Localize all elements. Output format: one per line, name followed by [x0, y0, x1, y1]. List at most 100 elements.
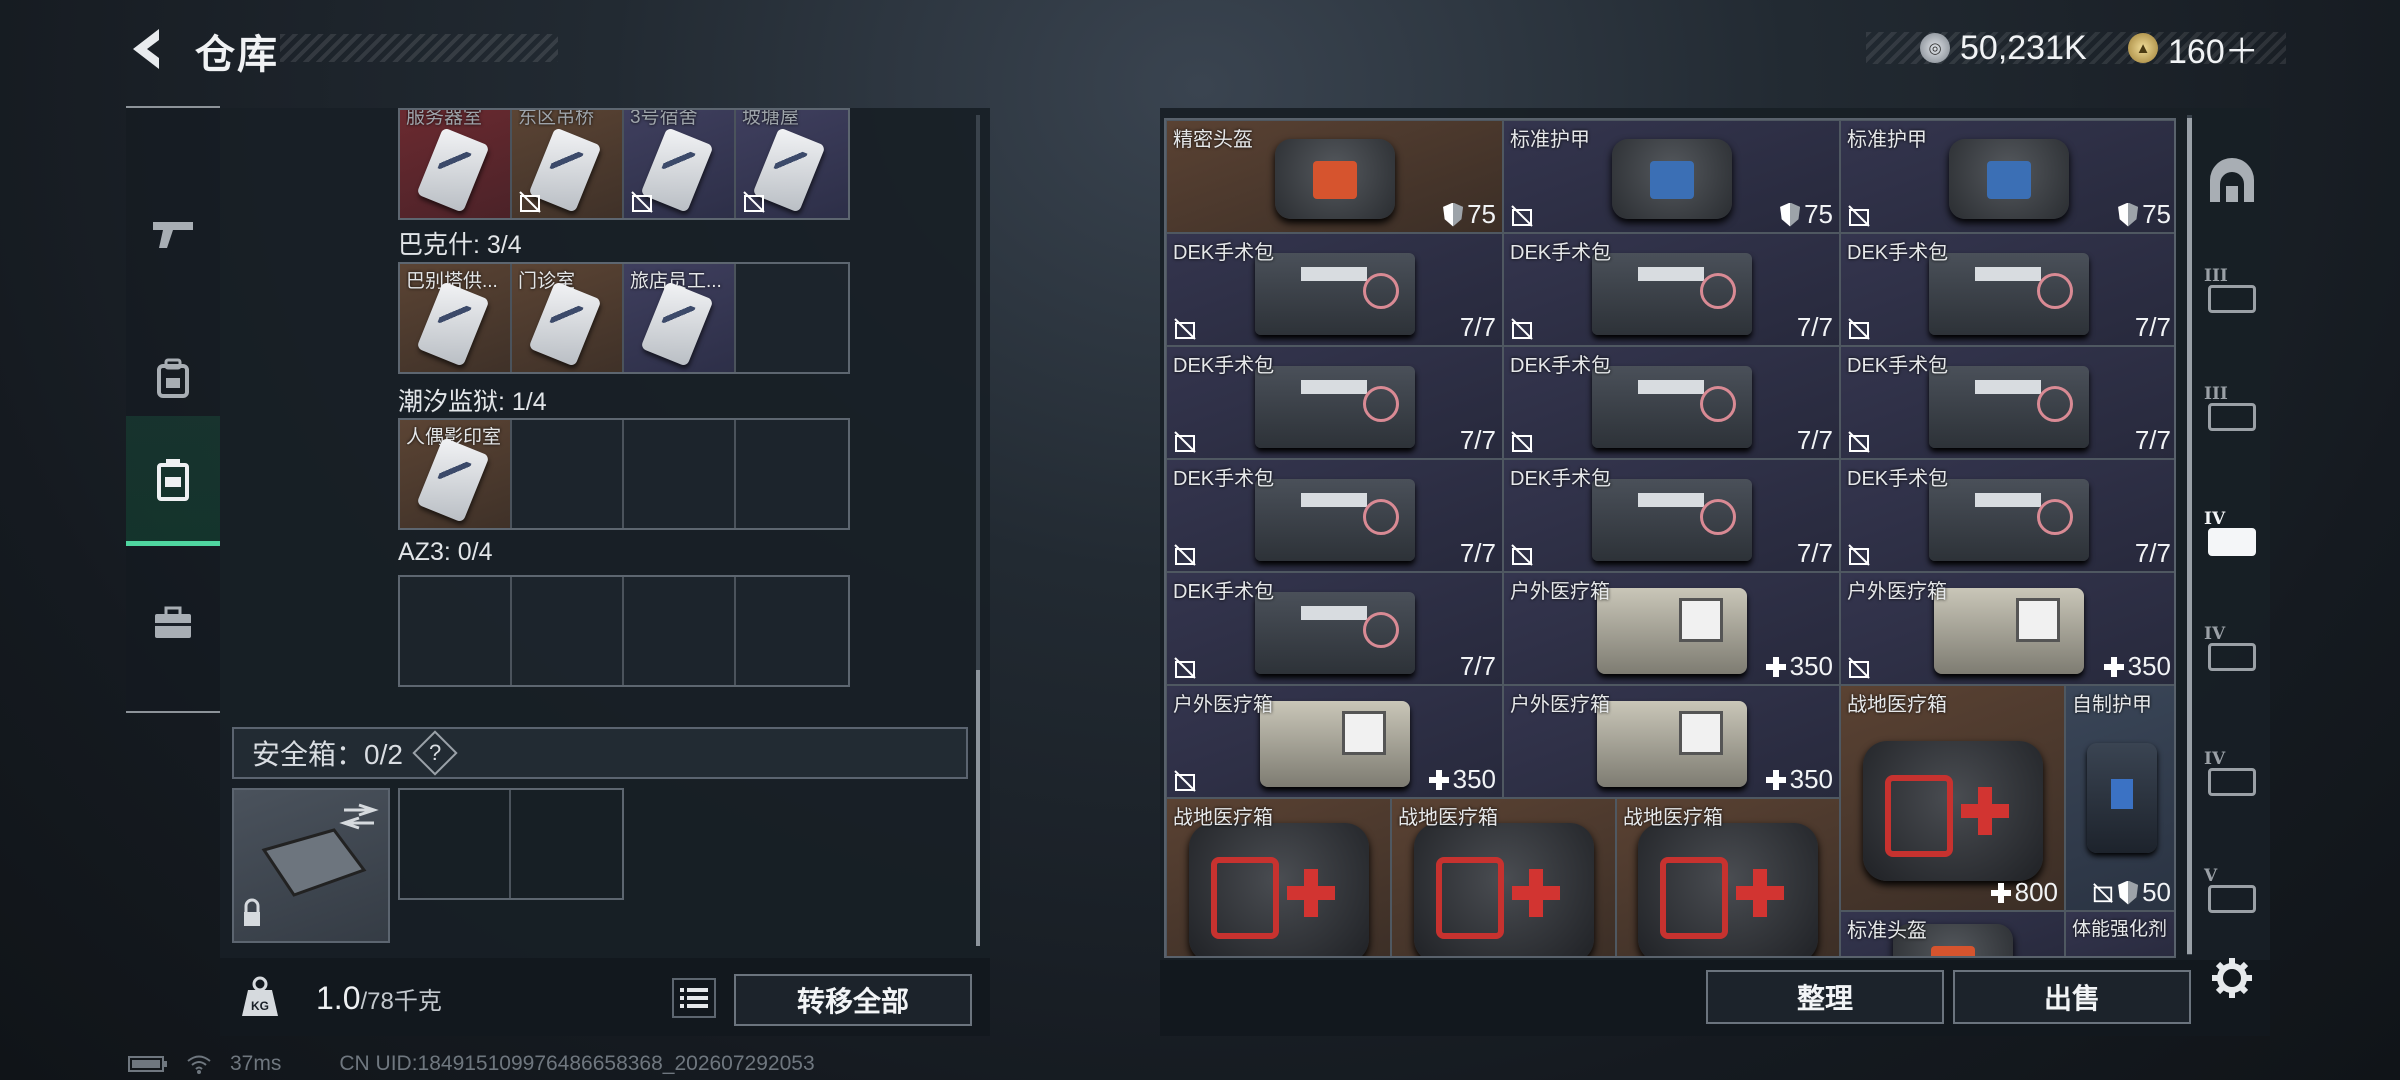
keycard-slot-empty[interactable]	[512, 420, 624, 528]
item-name: 战地医疗箱	[1623, 807, 1723, 829]
inventory-item[interactable]: DEK手术包 7/7	[1503, 459, 1840, 572]
item-value: 350	[1789, 651, 1833, 681]
item-durability: 75	[2118, 199, 2171, 230]
safe-box-container-slot[interactable]	[232, 788, 390, 943]
keycard-slot-empty[interactable]	[624, 420, 736, 528]
side-tab-all[interactable]	[2200, 148, 2264, 212]
inventory-item[interactable]: 户外医疗箱 350	[1503, 685, 1840, 798]
medical-box-icon	[1934, 587, 2084, 674]
item-value: 75	[2142, 199, 2171, 229]
keycard-slot[interactable]: 东区吊桥	[512, 110, 624, 218]
inventory-scrollbar-thumb[interactable]	[2187, 118, 2192, 954]
inventory-item[interactable]: 战地医疗箱	[1166, 798, 1391, 956]
keycard-slot[interactable]: 服务器室	[400, 110, 512, 218]
no-bag-icon	[1848, 544, 1870, 566]
keycard-icon	[416, 437, 490, 523]
no-bag-icon	[1174, 770, 1196, 792]
gear-icon	[2212, 958, 2252, 998]
inventory-item[interactable]: DEK手术包 7/7	[1166, 346, 1503, 459]
side-tab-tier-5[interactable]: V	[2200, 862, 2264, 926]
keycard-slot[interactable]: 3号宿舍	[624, 110, 736, 218]
inventory-item[interactable]: 战地医疗箱	[1391, 798, 1616, 956]
tier-label: IV	[2204, 749, 2226, 769]
tier-5-case-icon	[2208, 885, 2256, 913]
sort-button[interactable]: 整理	[1706, 970, 1944, 1024]
list-view-button[interactable]	[672, 978, 716, 1018]
storage-scrollbar-thumb[interactable]	[976, 670, 980, 946]
side-tab-tier-4-medkit[interactable]: IV	[2200, 505, 2264, 569]
homemade-armor-icon	[2086, 743, 2157, 853]
keycard-name: 3号宿舍	[630, 110, 698, 128]
gold-currency[interactable]: ▲ 160＋	[2128, 26, 2259, 71]
inventory-item[interactable]: DEK手术包 7/7	[1166, 572, 1503, 685]
item-name: DEK手术包	[1173, 581, 1275, 603]
keycard-slot[interactable]: 坡塘屋	[736, 110, 848, 218]
inventory-item[interactable]: 战地医疗箱	[1616, 798, 1840, 956]
help-button[interactable]: ?	[412, 730, 458, 776]
keycard-icon	[416, 127, 490, 213]
inventory-item[interactable]: DEK手术包 7/7	[1840, 346, 2174, 459]
inventory-item[interactable]: 标准护甲 75	[1503, 120, 1840, 233]
inventory-item[interactable]: 自制护甲 50	[2065, 685, 2174, 911]
keycard-slot-empty[interactable]	[736, 577, 848, 685]
item-name: 户外医疗箱	[1847, 581, 1947, 603]
inventory-item[interactable]: DEK手术包 7/7	[1166, 459, 1503, 572]
inventory-item[interactable]: DEK手术包 7/7	[1840, 233, 2174, 346]
item-value: 350	[2127, 651, 2171, 681]
keycard-slot-empty[interactable]	[624, 577, 736, 685]
inventory-item[interactable]: DEK手术包 7/7	[1503, 233, 1840, 346]
inventory-item[interactable]: DEK手术包 7/7	[1840, 459, 2174, 572]
item-name: DEK手术包	[1847, 355, 1949, 377]
field-medkit-icon	[1413, 823, 1594, 956]
item-name: 战地医疗箱	[1173, 807, 1273, 829]
side-tab-tier-3-b[interactable]: III	[2200, 380, 2264, 444]
side-tab-tier-4-b[interactable]: IV	[2200, 620, 2264, 684]
inventory-item[interactable]: DEK手术包 7/7	[1166, 233, 1503, 346]
first-aid-kit-icon	[1254, 591, 1415, 674]
sell-button[interactable]: 出售	[1953, 970, 2191, 1024]
safe-box-slot-empty[interactable]	[511, 790, 622, 898]
item-uses: 7/7	[2134, 312, 2171, 342]
item-heal: 800	[1990, 877, 2058, 908]
storage-footer: KG 1.0/78千克 转移全部	[220, 958, 990, 1036]
keycard-slot[interactable]: 巴别塔供...	[400, 264, 512, 372]
wifi-icon	[187, 1055, 211, 1074]
inventory-item[interactable]: 户外医疗箱 350	[1503, 572, 1840, 685]
inventory-item[interactable]: 标准护甲 75	[1840, 120, 2174, 233]
keycard-section-label: AZ3: 0/4	[398, 538, 493, 566]
keycard-slot-empty[interactable]	[512, 577, 624, 685]
inventory-item[interactable]: 体能强化剂	[2065, 911, 2174, 956]
item-durability: 75	[1443, 199, 1496, 230]
settings-button[interactable]	[2200, 946, 2264, 1010]
item-value: 75	[1804, 199, 1833, 229]
inventory-item[interactable]: 战地医疗箱 800	[1840, 685, 2065, 911]
side-tab-tier-4-c[interactable]: IV	[2200, 745, 2264, 809]
nav-toolbox[interactable]	[126, 558, 220, 688]
inventory-item[interactable]: DEK手术包 7/7	[1503, 346, 1840, 459]
first-aid-kit-icon	[1929, 478, 2089, 561]
keycard-slot[interactable]: 人偶影印室	[400, 420, 512, 528]
inventory-item[interactable]: 精密头盔 75	[1166, 120, 1503, 233]
inventory-item[interactable]: 户外医疗箱 350	[1166, 685, 1503, 798]
keycard-slot-empty[interactable]	[736, 420, 848, 528]
side-tab-tier-3-a[interactable]: III	[2200, 262, 2264, 326]
safe-box-slot-empty[interactable]	[400, 790, 512, 898]
keycard-slot-empty[interactable]	[736, 264, 848, 372]
inventory-item[interactable]: 户外医疗箱 350	[1840, 572, 2174, 685]
nav-storage[interactable]	[126, 416, 220, 546]
no-bag-icon	[1848, 431, 1870, 453]
back-arrow-icon[interactable]	[125, 25, 169, 73]
item-name: DEK手术包	[1510, 355, 1612, 377]
transfer-all-button[interactable]: 转移全部	[734, 974, 972, 1026]
dome-icon	[2210, 158, 2254, 202]
keycard-slot[interactable]: 门诊室	[512, 264, 624, 372]
nav-weapons[interactable]	[126, 168, 220, 298]
keycard-slot-empty[interactable]	[400, 577, 512, 685]
inventory-item[interactable]: 标准头盔	[1840, 911, 2065, 956]
item-name: 精密头盔	[1173, 129, 1253, 151]
battery-icon	[128, 1056, 167, 1072]
item-name: DEK手术包	[1173, 355, 1275, 377]
keycard-slot[interactable]: 旅店员工...	[624, 264, 736, 372]
item-value: 75	[1467, 199, 1496, 229]
plus-icon	[1765, 656, 1786, 677]
